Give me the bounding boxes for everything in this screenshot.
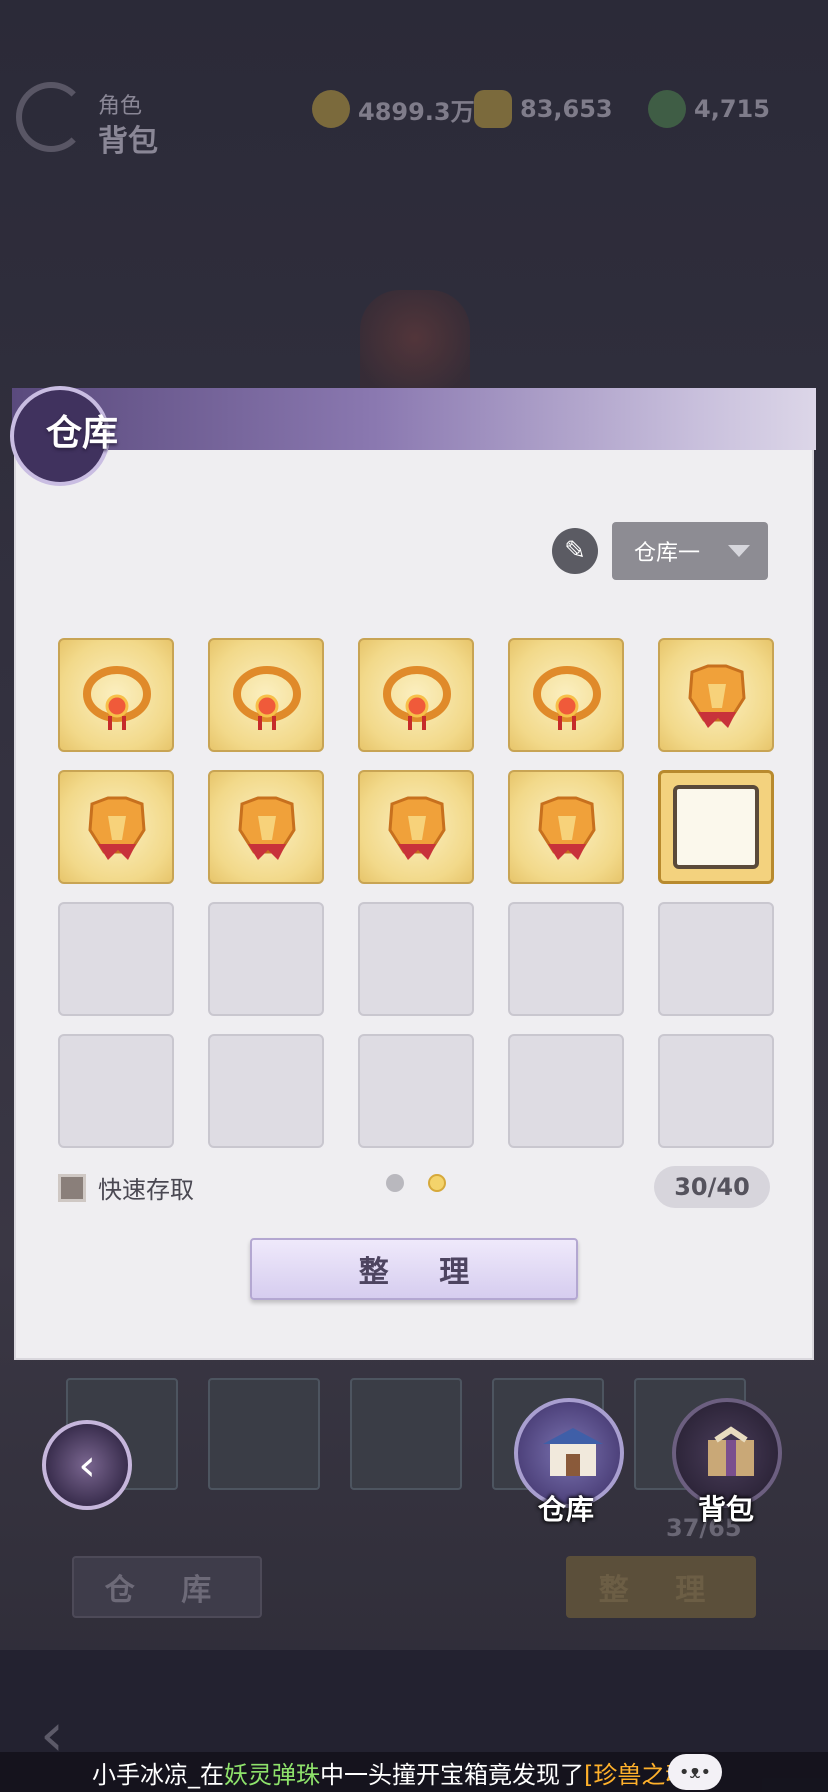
empty-slot: [58, 902, 174, 1016]
coin-icon: [312, 90, 350, 128]
armor-icon: [88, 796, 146, 860]
resource-jade: 4,715: [648, 90, 770, 128]
ticker-place: 妖灵弹珠: [224, 1760, 320, 1789]
background-book-row: [66, 1378, 746, 1490]
item-slot[interactable]: [358, 638, 474, 752]
broadcast-ticker: 小手冰凉_在 妖灵弹珠 中一头撞开宝箱竟发现了 [珍兽之魂] •ᴥ•: [0, 1752, 828, 1792]
brush-icon[interactable]: ✎: [552, 528, 598, 574]
book-icon: [208, 1378, 320, 1490]
frame-icon: [673, 785, 759, 869]
back-arrow-icon: ‹: [78, 1439, 96, 1491]
jade-icon: [648, 90, 686, 128]
warehouse-select[interactable]: 仓库一: [612, 522, 768, 580]
background-sort-button: 整 理: [566, 1556, 756, 1618]
resource-value: 83,653: [520, 95, 613, 123]
item-slot[interactable]: [58, 638, 174, 752]
item-slot[interactable]: [208, 638, 324, 752]
gold-ingot-icon: [474, 90, 512, 128]
armor-icon: [238, 796, 296, 860]
item-slot[interactable]: [508, 638, 624, 752]
empty-slot: [358, 902, 474, 1016]
resource-value: 4,715: [694, 95, 770, 123]
warehouse-select-value: 仓库一: [634, 541, 701, 566]
empty-slot: [508, 1034, 624, 1148]
back-button[interactable]: ‹: [42, 1420, 132, 1510]
empty-slot: [658, 1034, 774, 1148]
bag-tab-label: 背包: [698, 1493, 755, 1526]
page-dot[interactable]: [428, 1174, 446, 1192]
necklace-icon: [233, 666, 301, 730]
ticker-player: 小手冰凉_在: [92, 1760, 224, 1789]
empty-slot: [658, 902, 774, 1016]
top-bar: 角色 背包 4899.3万 83,653 4,715: [0, 60, 828, 159]
warehouse-tab-label: 仓库: [538, 1493, 595, 1526]
necklace-icon: [83, 666, 151, 730]
item-slot[interactable]: [58, 770, 174, 884]
item-slot[interactable]: [208, 770, 324, 884]
item-slot[interactable]: [658, 770, 774, 884]
necklace-icon: [383, 666, 451, 730]
quick-access-label: 快速存取: [98, 1176, 194, 1204]
item-slot[interactable]: [658, 638, 774, 752]
dialog-header: [12, 388, 816, 450]
breadcrumb-main: 背包: [98, 124, 158, 159]
background-warehouse-button: 仓 库: [72, 1556, 262, 1618]
necklace-icon: [533, 666, 601, 730]
quick-access[interactable]: 快速存取: [58, 1170, 194, 1205]
armor-icon: [538, 796, 596, 860]
quick-access-checkbox[interactable]: [58, 1173, 86, 1202]
chevron-down-icon: [728, 545, 750, 557]
resource-gold: 83,653: [474, 90, 613, 128]
item-slot[interactable]: [358, 770, 474, 884]
moon-icon: [16, 82, 86, 152]
armor-icon: [688, 664, 746, 728]
warehouse-building-icon: [543, 1428, 603, 1476]
bag-box-icon: [708, 1426, 754, 1476]
cat-mascot-icon: •ᴥ•: [668, 1754, 722, 1790]
empty-slot: [208, 1034, 324, 1148]
armor-icon: [388, 796, 446, 860]
empty-slot: [508, 902, 624, 1016]
item-slot[interactable]: [508, 770, 624, 884]
capacity-badge: 30/40: [654, 1166, 770, 1208]
sort-button[interactable]: 整 理: [250, 1238, 578, 1300]
empty-slot: [58, 1034, 174, 1148]
dialog-title: 仓库: [46, 413, 119, 454]
page-indicator: [386, 1174, 446, 1192]
ticker-middle: 中一头撞开宝箱竟发现了: [320, 1760, 584, 1789]
empty-slot: [208, 902, 324, 1016]
empty-slot: [358, 1034, 474, 1148]
resource-value: 4899.3万: [358, 97, 475, 126]
item-grid: [58, 638, 774, 1148]
page-dot[interactable]: [386, 1174, 404, 1192]
book-icon: [350, 1378, 462, 1490]
resource-coins: 4899.3万: [312, 90, 475, 128]
